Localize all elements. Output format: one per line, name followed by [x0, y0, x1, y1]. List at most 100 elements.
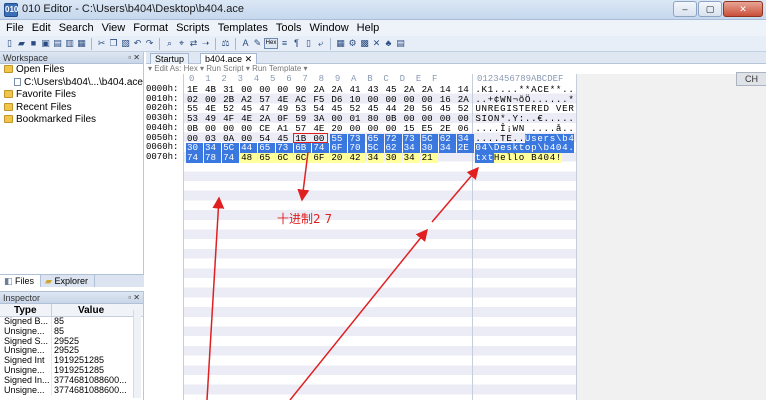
paste-icon[interactable]: ▧ [120, 38, 131, 49]
folder-icon [4, 115, 13, 123]
toolbar-separator [215, 37, 216, 50]
edit-as-toolbar[interactable]: ▾ Edit As: Hex ▾ Run Script ▾ Run Templa… [146, 64, 576, 74]
script-icon[interactable]: ▤ [395, 38, 406, 49]
toolbar-separator [91, 37, 92, 50]
inspector-scrollbar[interactable] [133, 310, 141, 398]
inspector-title: Inspector [3, 293, 41, 303]
save-all-icon[interactable]: ▣ [40, 38, 51, 49]
explorer-tab-icon: ▰ [45, 276, 52, 286]
paragraph-icon[interactable]: ¶ [291, 38, 302, 49]
histogram-icon[interactable]: ▩ [359, 38, 370, 49]
hex-byte[interactable]: 42 [348, 153, 366, 163]
hex-byte[interactable]: 6F [312, 153, 330, 163]
empty-editor-space [577, 74, 766, 400]
ascii-char[interactable]: . [568, 143, 575, 153]
menu-help[interactable]: Help [357, 22, 380, 34]
replace-icon[interactable]: ⇄ [188, 38, 199, 49]
annotation-label: 十进制2 7 [277, 212, 333, 226]
inspector-panel: Inspector ▫ ✕ Type Value Signed B... 85 U… [0, 291, 144, 400]
open-folder-icon[interactable]: ▰ [16, 38, 27, 49]
tab-label: Files [15, 276, 35, 286]
menu-view[interactable]: View [102, 22, 126, 34]
hex-byte[interactable]: 6C [294, 153, 312, 163]
hex-byte[interactable]: 34 [438, 143, 456, 153]
close-tab-icon[interactable]: ✕ [245, 54, 253, 64]
hex-mode-icon[interactable]: ✎ [252, 38, 263, 49]
toolbar-separator [235, 37, 236, 50]
menu-scripts[interactable]: Scripts [176, 22, 210, 34]
print-icon[interactable]: ▥ [64, 38, 75, 49]
tab-files[interactable]: ◧ Files [0, 275, 42, 287]
tab-startup[interactable]: Startup [150, 53, 190, 64]
hex-toggle-icon[interactable]: Hex [264, 38, 278, 49]
language-badge[interactable]: CH [736, 72, 766, 86]
goto-icon[interactable]: ➝ [200, 38, 211, 49]
hex-byte[interactable]: 65 [258, 153, 276, 163]
tree-open-files[interactable]: Open Files [0, 64, 143, 77]
tree-recent-files[interactable]: Recent Files [0, 102, 143, 115]
column-type[interactable]: Type [0, 304, 52, 316]
row-address: 0070h: [146, 151, 179, 162]
tree-bookmarked-files[interactable]: Bookmarked Files [0, 114, 143, 127]
compare-icon[interactable]: ⚖ [220, 38, 231, 49]
folder-icon [4, 90, 13, 98]
hex-byte[interactable]: 2E [456, 143, 474, 153]
panel-controls-icon[interactable]: ▫ ✕ [128, 292, 140, 304]
menu-search[interactable]: Search [59, 22, 94, 34]
ascii-char[interactable]: ! [555, 153, 562, 163]
hex-byte[interactable]: 6C [276, 153, 294, 163]
tools-icon[interactable]: ✕ [371, 38, 382, 49]
properties-icon[interactable]: ▦ [76, 38, 87, 49]
hex-byte[interactable]: 34 [366, 153, 384, 163]
workspace-tabs: ◧ Files ▰ Explorer [0, 274, 144, 287]
menu-tools[interactable]: Tools [276, 22, 302, 34]
save-icon[interactable]: ■ [28, 38, 39, 49]
table-row[interactable]: Unsigne... 3774681088600... [0, 384, 143, 396]
cell-type: Unsigne... [0, 365, 52, 376]
tree-label: Recent Files [16, 101, 72, 113]
copy-icon[interactable]: ❐ [108, 38, 119, 49]
undo-icon[interactable]: ↶ [132, 38, 143, 49]
hex-byte[interactable]: 20 [330, 153, 348, 163]
table-row[interactable]: Signed B... 85 [0, 316, 143, 327]
close-button[interactable]: ✕ [723, 1, 763, 17]
tab-explorer[interactable]: ▰ Explorer [41, 275, 95, 287]
document-tabs: Startup b404.ace ✕ [146, 52, 766, 64]
checksum-icon[interactable]: ⚙ [347, 38, 358, 49]
cut-icon[interactable]: ✂ [96, 38, 107, 49]
redo-icon[interactable]: ↷ [144, 38, 155, 49]
menu-edit[interactable]: Edit [32, 22, 51, 34]
inspector-header: Inspector ▫ ✕ [0, 292, 143, 304]
menu-file[interactable]: File [6, 22, 24, 34]
hex-byte[interactable]: 74 [222, 153, 240, 163]
text-mode-icon[interactable]: A [240, 38, 251, 49]
new-file-icon[interactable]: ▯ [4, 38, 15, 49]
hex-row[interactable]: 74 78 74 48 65 6C 6C 6F 20 42 34 30 34 21 [186, 153, 475, 163]
maximize-button[interactable]: ▢ [698, 1, 722, 17]
hex-byte[interactable]: 48 [240, 153, 258, 163]
hex-byte[interactable]: 74 [186, 153, 203, 163]
tree-open-file-item[interactable]: C:\Users\b404\...\b404.ace [0, 77, 143, 90]
minimize-button[interactable]: – [673, 1, 697, 17]
panel-controls-icon[interactable]: ▫ ✕ [128, 52, 140, 64]
tab-b404-ace[interactable]: b404.ace ✕ [200, 53, 258, 64]
menu-templates[interactable]: Templates [218, 22, 268, 34]
find-icon[interactable]: ⌕ [164, 38, 175, 49]
cell-value: 3774681088600... [54, 384, 127, 395]
menu-window[interactable]: Window [310, 22, 349, 34]
tree-favorite-files[interactable]: Favorite Files [0, 89, 143, 102]
hex-byte[interactable]: 78 [204, 153, 222, 163]
ascii-row[interactable]: txtHello B 4 0 4! [475, 153, 574, 163]
hex-byte[interactable]: 34 [402, 153, 420, 163]
hex-byte[interactable]: 30 [384, 153, 402, 163]
column-icon[interactable]: ▯ [303, 38, 314, 49]
find-next-icon[interactable]: ⌖ [176, 38, 187, 49]
close-file-icon[interactable]: ▤ [52, 38, 63, 49]
wrap-icon[interactable]: ⤶ [315, 38, 326, 49]
column-value[interactable]: Value [52, 304, 104, 316]
tag-icon[interactable]: ♣ [383, 38, 394, 49]
menu-format[interactable]: Format [133, 22, 168, 34]
calculator-icon[interactable]: ▦ [335, 38, 346, 49]
ruler-icon[interactable]: ≡ [279, 38, 290, 49]
hex-byte[interactable]: 21 [420, 153, 438, 163]
